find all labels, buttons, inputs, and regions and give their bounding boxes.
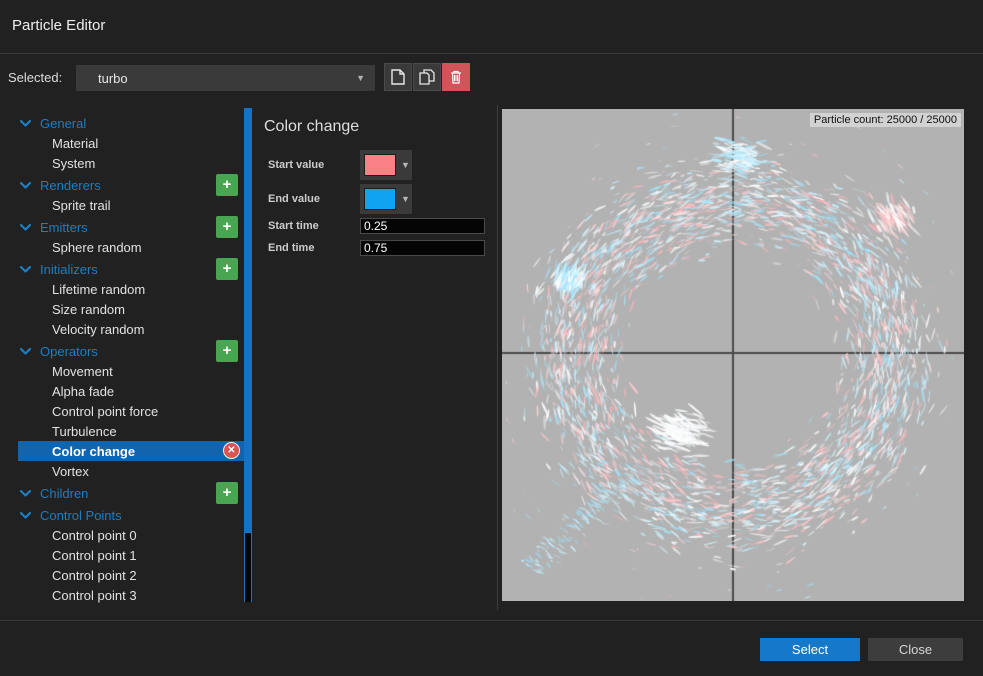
particle-count-badge: Particle count: 25000 / 25000 <box>810 113 961 127</box>
chevron-down-icon[interactable] <box>20 224 40 231</box>
chevron-down-icon[interactable] <box>20 348 40 355</box>
tree-item-control-point-2[interactable]: Control point 2 <box>18 565 244 585</box>
tree-item-label: Vortex <box>52 464 89 479</box>
end-time-input[interactable] <box>360 240 485 256</box>
start-value-color-dropdown[interactable]: ▼ <box>360 150 412 180</box>
tree-item-label: Control point 1 <box>52 548 137 563</box>
copy-icon <box>419 69 435 85</box>
tree-item-label: Renderers <box>40 178 101 193</box>
chevron-down-icon[interactable] <box>20 266 40 273</box>
new-document-icon <box>391 69 405 85</box>
scrollbar-thumb[interactable] <box>244 108 252 533</box>
add-children-button[interactable]: + <box>216 482 238 504</box>
particle-preview-viewport[interactable]: Particle count: 25000 / 25000 <box>502 109 964 601</box>
tree-item-label: System <box>52 156 95 171</box>
tree-item-label: General <box>40 116 86 131</box>
tree-item-color-change[interactable]: Color change ✕ <box>18 441 244 461</box>
remove-tree-item-button[interactable]: ✕ <box>223 442 240 459</box>
tree-item-control-point-3[interactable]: Control point 3 <box>18 585 244 605</box>
tree-item-label: Alpha fade <box>52 384 114 399</box>
end-value-color-swatch <box>364 188 396 210</box>
tree-item-label: Emitters <box>40 220 88 235</box>
page-title: Particle Editor <box>12 17 105 34</box>
header-divider <box>0 53 983 54</box>
trash-icon <box>450 70 462 84</box>
add-initializers-button[interactable]: + <box>216 258 238 280</box>
tree-item-label: Movement <box>52 364 113 379</box>
tree-item-label: Color change <box>52 444 135 459</box>
tree-item-system[interactable]: System <box>18 153 244 173</box>
tree-item-sprite-trail[interactable]: Sprite trail <box>18 195 244 215</box>
chevron-down-icon[interactable] <box>20 512 40 519</box>
particle-function-tree: General Material System Renderers + Sprite tr… <box>8 108 244 608</box>
chevron-down-icon: ▼ <box>401 194 410 204</box>
tree-item-label: Initializers <box>40 262 98 277</box>
tree-item-label: Size random <box>52 302 125 317</box>
end-value-label: End value <box>268 193 320 205</box>
chevron-down-icon[interactable] <box>20 490 40 497</box>
start-value-label: Start value <box>268 159 324 171</box>
add-emitters-button[interactable]: + <box>216 216 238 238</box>
tree-item-lifetime-random[interactable]: Lifetime random <box>18 279 244 299</box>
chevron-down-icon[interactable] <box>20 182 40 189</box>
tree-item-label: Lifetime random <box>52 282 145 297</box>
tree-item-alpha-fade[interactable]: Alpha fade <box>18 381 244 401</box>
tree-item-label: Control point 2 <box>52 568 137 583</box>
tree-item-label: Velocity random <box>52 322 145 337</box>
panel-separator <box>497 105 498 610</box>
tree-item-sphere-random[interactable]: Sphere random <box>18 237 244 257</box>
tree-item-control-point-1[interactable]: Control point 1 <box>18 545 244 565</box>
copy-button[interactable] <box>413 63 441 91</box>
tree-item-label: Operators <box>40 344 98 359</box>
tree-item-material[interactable]: Material <box>18 133 244 153</box>
title-bar: Particle Editor <box>0 0 983 53</box>
close-button[interactable]: Close <box>868 638 963 661</box>
start-time-input[interactable] <box>360 218 485 234</box>
tree-item-initializers[interactable]: Initializers + <box>18 259 244 279</box>
tree-item-general[interactable]: General <box>18 113 244 133</box>
chevron-down-icon: ▼ <box>356 73 365 83</box>
tree-scrollbar[interactable] <box>244 108 252 602</box>
tree-item-label: Turbulence <box>52 424 117 439</box>
particle-system-dropdown[interactable]: turbo ▼ <box>76 65 375 91</box>
tree-item-label: Control point 0 <box>52 528 137 543</box>
add-operators-button[interactable]: + <box>216 340 238 362</box>
properties-panel: Color change Start value ▼ End value ▼ S… <box>264 118 489 262</box>
tree-item-label: Material <box>52 136 98 151</box>
tree-item-label: Sprite trail <box>52 198 111 213</box>
delete-button[interactable] <box>442 63 470 91</box>
start-value-color-swatch <box>364 154 396 176</box>
tree-item-movement[interactable]: Movement <box>18 361 244 381</box>
tree-item-velocity-random[interactable]: Velocity random <box>18 319 244 339</box>
new-document-button[interactable] <box>384 63 412 91</box>
tree-item-label: Control point 3 <box>52 588 137 603</box>
tree-item-turbulence[interactable]: Turbulence <box>18 421 244 441</box>
tree-item-vortex[interactable]: Vortex <box>18 461 244 481</box>
end-time-label: End time <box>268 242 314 254</box>
tree-item-size-random[interactable]: Size random <box>18 299 244 319</box>
selected-label: Selected: <box>8 70 62 85</box>
chevron-down-icon: ▼ <box>401 160 410 170</box>
add-renderers-button[interactable]: + <box>216 174 238 196</box>
scrollbar-rail[interactable] <box>244 533 252 602</box>
tree-item-label: Control Points <box>40 508 122 523</box>
tree-item-label: Sphere random <box>52 240 142 255</box>
tree-item-operators[interactable]: Operators + <box>18 341 244 361</box>
tree-item-renderers[interactable]: Renderers + <box>18 175 244 195</box>
properties-title: Color change <box>264 118 489 136</box>
tree-item-emitters[interactable]: Emitters + <box>18 217 244 237</box>
select-button[interactable]: Select <box>760 638 860 661</box>
dropdown-value: turbo <box>98 71 128 86</box>
chevron-down-icon[interactable] <box>20 120 40 127</box>
tree-item-label: Children <box>40 486 88 501</box>
tree-item-children[interactable]: Children + <box>18 483 244 503</box>
tree-item-control-points[interactable]: Control Points <box>18 505 244 525</box>
tree-item-control-point-force[interactable]: Control point force <box>18 401 244 421</box>
tree-item-control-point-0[interactable]: Control point 0 <box>18 525 244 545</box>
start-time-label: Start time <box>268 220 319 232</box>
tree-item-label: Control point force <box>52 404 158 419</box>
particle-preview-canvas[interactable] <box>502 109 964 601</box>
footer-divider <box>0 620 983 621</box>
end-value-color-dropdown[interactable]: ▼ <box>360 184 412 214</box>
